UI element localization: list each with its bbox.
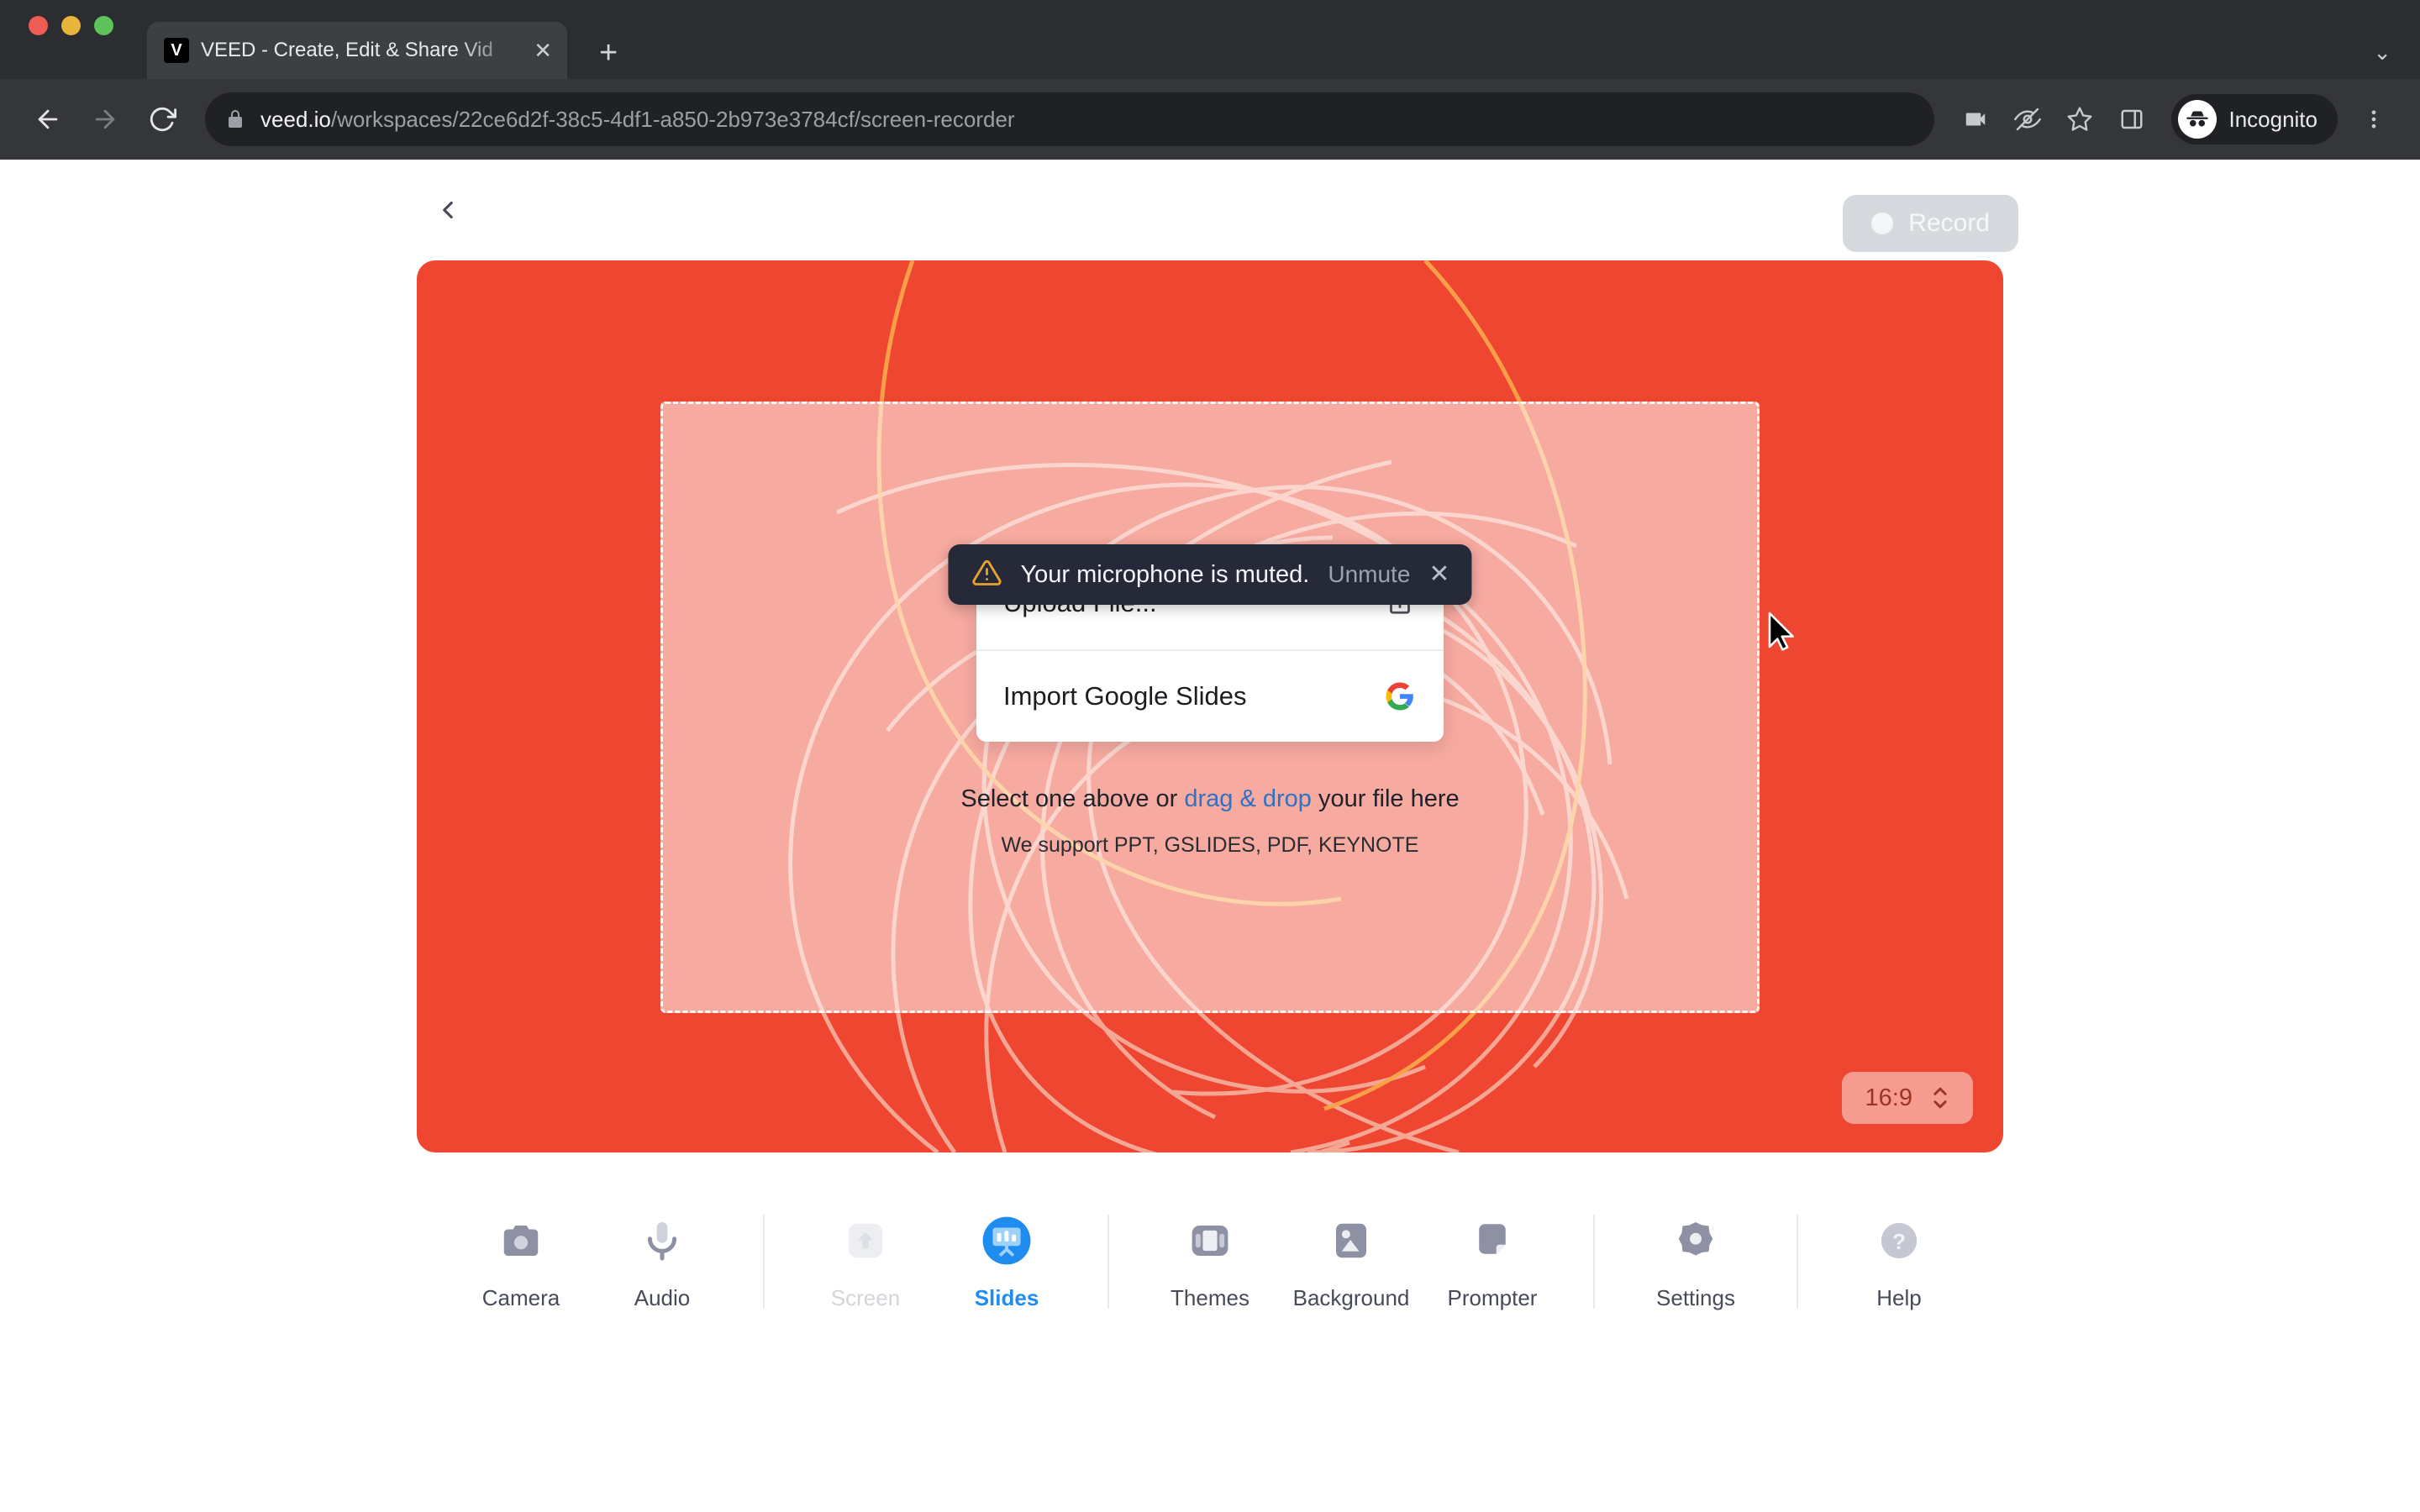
- tool-themes[interactable]: Themes: [1139, 1215, 1281, 1311]
- profile-incognito-chip[interactable]: Incognito: [2171, 94, 2338, 144]
- record-button[interactable]: Record: [1843, 195, 2018, 252]
- prompter-icon: [1470, 1215, 1515, 1267]
- tool-camera[interactable]: Camera: [450, 1215, 592, 1311]
- tool-themes-label: Themes: [1171, 1285, 1249, 1310]
- toast-message: Your microphone is muted.: [1020, 560, 1310, 588]
- veed-screen-recorder-page: Record Import Google Slides Select one a…: [0, 160, 2420, 1512]
- tool-help[interactable]: ? Help: [1828, 1215, 1970, 1311]
- url-path: /workspaces/22ce6d2f-38c5-4df1-a850-2b97…: [330, 106, 1015, 132]
- google-icon: [1385, 681, 1415, 711]
- minimize-window-button[interactable]: [61, 15, 81, 35]
- incognito-icon: [2178, 100, 2217, 139]
- tool-slides-label: Slides: [974, 1285, 1039, 1310]
- recorder-toolbar: Camera Audio Screen Slides Themes Backgr…: [450, 1215, 1970, 1311]
- themes-icon: [1187, 1215, 1233, 1267]
- reload-icon[interactable]: [136, 93, 188, 145]
- close-window-button[interactable]: [29, 15, 48, 35]
- background-image-icon: [1328, 1215, 1374, 1267]
- address-bar[interactable]: veed.io/workspaces/22ce6d2f-38c5-4df1-a8…: [205, 92, 1935, 146]
- tool-screen[interactable]: Screen: [795, 1215, 936, 1311]
- slides-icon: [981, 1215, 1033, 1267]
- bookmark-star-icon[interactable]: [2055, 95, 2104, 144]
- tool-settings-label: Settings: [1656, 1285, 1735, 1310]
- drag-drop-link[interactable]: drag & drop: [1184, 785, 1312, 812]
- recorder-canvas: Upload File... Import Google Slides: [417, 260, 2003, 1152]
- slides-dropzone[interactable]: Upload File... Import Google Slides: [660, 402, 1760, 1013]
- dropzone-hint-suffix: your file here: [1311, 785, 1460, 812]
- chevron-up-down-icon: [1931, 1084, 1949, 1112]
- tab-favicon: V: [164, 38, 189, 63]
- tab-title: VEED - Create, Edit & Share Vid: [201, 39, 493, 61]
- window-traffic-lights: [29, 0, 113, 79]
- close-icon[interactable]: ✕: [1428, 562, 1449, 587]
- browser-tabstrip: V VEED - Create, Edit & Share Vid ✕ + ⌄: [0, 0, 2420, 79]
- profile-label: Incognito: [2228, 106, 2317, 132]
- toolbar-divider: [1797, 1215, 1798, 1309]
- tool-slides[interactable]: Slides: [936, 1215, 1077, 1311]
- warning-triangle-icon: [971, 558, 1002, 592]
- tool-settings[interactable]: Settings: [1625, 1215, 1766, 1311]
- record-dot-icon: [1871, 213, 1894, 234]
- chevron-left-icon[interactable]: [420, 182, 476, 238]
- url-host: veed.io: [260, 106, 331, 132]
- unmute-button[interactable]: Unmute: [1328, 561, 1410, 588]
- tool-audio-label: Audio: [634, 1285, 691, 1310]
- recorder-canvas-area: Upload File... Import Google Slides: [417, 260, 2003, 1152]
- tool-prompter[interactable]: Prompter: [1422, 1215, 1563, 1311]
- browser-toolbar: veed.io/workspaces/22ce6d2f-38c5-4df1-a8…: [0, 79, 2420, 160]
- forward-arrow-icon[interactable]: [79, 93, 131, 145]
- dropzone-hint: Select one above or drag & drop your fil…: [960, 785, 1459, 813]
- toolbar-divider: [763, 1215, 765, 1309]
- gear-icon: [1673, 1215, 1718, 1267]
- microphone-icon: [639, 1215, 685, 1267]
- supported-formats-text: We support PPT, GSLIDES, PDF, KEYNOTE: [1001, 833, 1419, 857]
- toolbar-divider: [1593, 1215, 1595, 1309]
- page-header: Record: [0, 160, 2420, 260]
- new-tab-button[interactable]: +: [599, 37, 618, 69]
- tool-camera-label: Camera: [481, 1285, 560, 1310]
- tool-audio[interactable]: Audio: [592, 1215, 733, 1311]
- lock-icon: [225, 109, 245, 129]
- tool-help-label: Help: [1876, 1285, 1922, 1310]
- chevron-down-icon[interactable]: ⌄: [2373, 39, 2391, 66]
- camera-icon: [498, 1215, 544, 1267]
- question-mark-icon: ?: [1876, 1215, 1922, 1267]
- dropzone-hint-prefix: Select one above or: [960, 785, 1185, 812]
- aspect-ratio-selector[interactable]: 16:9: [1841, 1072, 1973, 1124]
- import-google-slides-option[interactable]: Import Google Slides: [976, 649, 1444, 742]
- tool-background-label: Background: [1292, 1285, 1410, 1310]
- browser-window: V VEED - Create, Edit & Share Vid ✕ + ⌄ …: [0, 0, 2420, 1512]
- aspect-ratio-value: 16:9: [1865, 1084, 1912, 1111]
- toolbar-divider: [1107, 1215, 1109, 1309]
- browser-tab[interactable]: V VEED - Create, Edit & Share Vid ✕: [147, 22, 567, 79]
- microphone-muted-toast: Your microphone is muted. Unmute ✕: [948, 544, 1472, 605]
- maximize-window-button[interactable]: [94, 15, 113, 35]
- tool-screen-label: Screen: [830, 1285, 901, 1310]
- toolbar-icon-group: [1951, 95, 2156, 144]
- close-icon[interactable]: ✕: [534, 39, 552, 61]
- import-google-slides-label: Import Google Slides: [1002, 681, 1247, 711]
- url-text: veed.io/workspaces/22ce6d2f-38c5-4df1-a8…: [260, 107, 1015, 133]
- tool-prompter-label: Prompter: [1447, 1285, 1538, 1310]
- record-button-label: Record: [1908, 209, 1990, 237]
- screen-share-icon: [843, 1215, 888, 1267]
- kebab-menu-icon[interactable]: [2349, 95, 2398, 144]
- camera-record-icon[interactable]: [1951, 95, 2000, 144]
- tool-background[interactable]: Background: [1281, 1215, 1422, 1311]
- svg-text:?: ?: [1892, 1231, 1906, 1254]
- back-arrow-icon[interactable]: [22, 93, 74, 145]
- side-panel-icon[interactable]: [2107, 95, 2156, 144]
- third-party-cookie-blocked-icon[interactable]: [2003, 95, 2052, 144]
